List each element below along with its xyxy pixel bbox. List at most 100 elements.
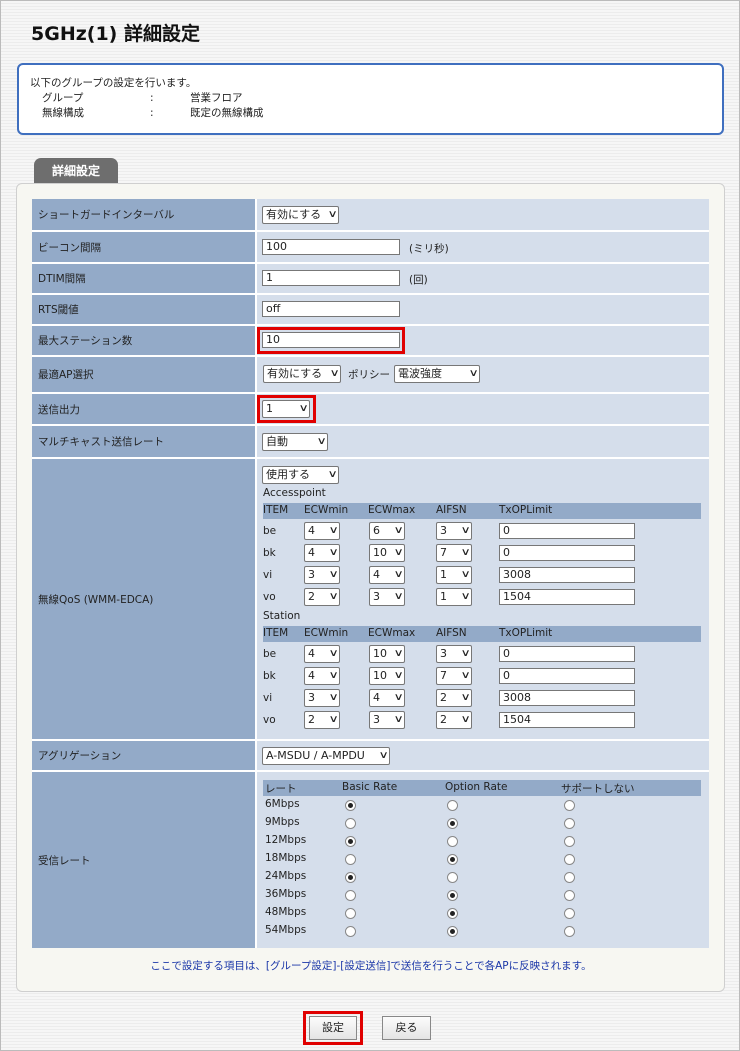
rate-label: 6Mbps (265, 798, 300, 810)
rate-none-radio[interactable] (564, 854, 575, 865)
aifsn-select[interactable]: 1 ∨ (436, 588, 472, 606)
footer-note: ここで設定する項目は、[グループ設定]-[設定送信]で送信を行うことで各APに反… (150, 960, 592, 972)
aggregation-select[interactable]: A-MSDU / A-MPDU ∨ (262, 747, 390, 765)
rate-option-radio[interactable] (447, 890, 458, 901)
rate-label: 9Mbps (265, 816, 300, 828)
txop-input[interactable]: 1504 (499, 589, 635, 605)
rate-option-radio[interactable] (447, 836, 458, 847)
rate-option-radio[interactable] (447, 818, 458, 829)
policy-label: ポリシー (348, 369, 390, 381)
guard-interval-cell: 有効にする ∨ (257, 199, 709, 230)
txop-input[interactable]: 3008 (499, 690, 635, 706)
tx-power-label: 送信出力 (32, 394, 255, 424)
qos-item: vo (263, 591, 276, 603)
rate-basic-radio[interactable] (345, 836, 356, 847)
col-txop: TxOPLimit (499, 627, 553, 639)
rate-option-radio[interactable] (447, 908, 458, 919)
col-ecwmax: ECWmax (368, 504, 416, 516)
settings-grid: ショートガードインターバル 有効にする ∨ ビーコン間隔 100 (ミリ秒) DT… (32, 199, 709, 948)
txop-input[interactable]: 0 (499, 545, 635, 561)
info-sep: : (150, 107, 154, 119)
rate-label: 24Mbps (265, 870, 307, 882)
rate-none-radio[interactable] (564, 836, 575, 847)
ecwmax-select[interactable]: 3 ∨ (369, 588, 405, 606)
guard-interval-select[interactable]: 有効にする ∨ (262, 206, 339, 224)
qos-item: be (263, 525, 277, 537)
txop-input[interactable]: 0 (499, 668, 635, 684)
ecwmin-select[interactable]: 4 ∨ (304, 522, 340, 540)
info-value: 営業フロア (190, 92, 243, 104)
chevron-down-icon: ∨ (328, 547, 339, 558)
aifsn-select[interactable]: 3 ∨ (436, 522, 472, 540)
rate-label: 48Mbps (265, 906, 307, 918)
ecwmin-select[interactable]: 2 ∨ (304, 711, 340, 729)
multicast-select[interactable]: 自動 ∨ (262, 433, 328, 451)
back-button[interactable]: 戻る (382, 1016, 431, 1040)
aifsn-select[interactable]: 2 ∨ (436, 711, 472, 729)
rate-none-radio[interactable] (564, 890, 575, 901)
txop-input[interactable]: 1504 (499, 712, 635, 728)
guard-interval-label: ショートガードインターバル (32, 199, 255, 230)
best-ap-select[interactable]: 有効にする ∨ (263, 365, 341, 383)
dtim-label: DTIM間隔 (32, 264, 255, 293)
info-row-config: 無線構成 : 既定の無線構成 (30, 106, 722, 121)
rate-option-radio[interactable] (447, 800, 458, 811)
rts-input[interactable]: off (262, 301, 400, 317)
chevron-down-icon: ∨ (460, 648, 471, 659)
rate-option-radio[interactable] (447, 854, 458, 865)
aifsn-select[interactable]: 7 ∨ (436, 667, 472, 685)
rate-none-radio[interactable] (564, 800, 575, 811)
rate-basic-radio[interactable] (345, 872, 356, 883)
rate-none-radio[interactable] (564, 926, 575, 937)
chevron-down-icon: ∨ (393, 525, 404, 536)
beacon-input[interactable]: 100 (262, 239, 400, 255)
rate-basic-radio[interactable] (345, 926, 356, 937)
rate-basic-radio[interactable] (345, 800, 356, 811)
aifsn-select[interactable]: 1 ∨ (436, 566, 472, 584)
txop-input[interactable]: 0 (499, 523, 635, 539)
col-aifsn: AIFSN (436, 504, 467, 516)
ecwmin-select[interactable]: 3 ∨ (304, 689, 340, 707)
aifsn-select[interactable]: 7 ∨ (436, 544, 472, 562)
chevron-down-icon: ∨ (460, 714, 471, 725)
ecwmax-select[interactable]: 6 ∨ (369, 522, 405, 540)
rate-basic-radio[interactable] (345, 890, 356, 901)
qos-select[interactable]: 使用する ∨ (262, 466, 339, 484)
ecwmax-select[interactable]: 3 ∨ (369, 711, 405, 729)
ecwmin-select[interactable]: 4 ∨ (304, 645, 340, 663)
ecwmax-select[interactable]: 4 ∨ (369, 566, 405, 584)
chevron-down-icon: ∨ (460, 692, 471, 703)
multicast-cell: 自動 ∨ (257, 426, 709, 457)
txop-input[interactable]: 0 (499, 646, 635, 662)
rate-basic-radio[interactable] (345, 818, 356, 829)
ecwmax-select[interactable]: 10 ∨ (369, 645, 405, 663)
ecwmax-select[interactable]: 10 ∨ (369, 544, 405, 562)
rate-option-radio[interactable] (447, 872, 458, 883)
rate-option-radio[interactable] (447, 926, 458, 937)
rate-none-radio[interactable] (564, 818, 575, 829)
ecwmin-select[interactable]: 4 ∨ (304, 544, 340, 562)
station-title: Station (263, 610, 301, 622)
col-unsupported: サポートしない (561, 783, 635, 795)
txop-input[interactable]: 3008 (499, 567, 635, 583)
rate-none-radio[interactable] (564, 908, 575, 919)
rate-basic-radio[interactable] (345, 854, 356, 865)
policy-select[interactable]: 電波強度 ∨ (394, 365, 480, 383)
ecwmax-select[interactable]: 10 ∨ (369, 667, 405, 685)
chevron-down-icon: ∨ (460, 670, 471, 681)
ecwmin-select[interactable]: 4 ∨ (304, 667, 340, 685)
dtim-input[interactable]: 1 (262, 270, 400, 286)
ecwmax-select[interactable]: 4 ∨ (369, 689, 405, 707)
info-key: グループ (42, 92, 84, 104)
beacon-cell: 100 (ミリ秒) (257, 232, 709, 262)
col-ecwmin: ECWmin (304, 504, 349, 516)
aifsn-select[interactable]: 3 ∨ (436, 645, 472, 663)
rate-basic-radio[interactable] (345, 908, 356, 919)
ecwmin-select[interactable]: 3 ∨ (304, 566, 340, 584)
qos-item: be (263, 648, 277, 660)
aifsn-select[interactable]: 2 ∨ (436, 689, 472, 707)
best-ap-label: 最適AP選択 (32, 357, 255, 392)
ecwmin-select[interactable]: 2 ∨ (304, 588, 340, 606)
rate-none-radio[interactable] (564, 872, 575, 883)
col-aifsn: AIFSN (436, 627, 467, 639)
